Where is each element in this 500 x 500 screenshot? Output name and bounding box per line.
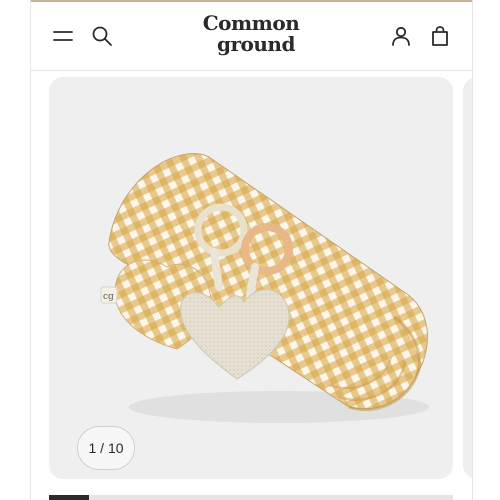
product-page: Common ground cg 1 / 10 [30,0,473,500]
bag-icon [432,26,448,46]
slide-counter[interactable]: 1 / 10 [77,426,135,470]
slide-counter-label: 1 / 10 [88,440,124,456]
label-tag-text: cg [103,292,114,302]
search-icon [92,26,112,46]
menu-button[interactable] [49,22,77,50]
gallery-progress-bar [49,495,453,500]
logo-line-1: Common [202,11,300,35]
account-button[interactable] [387,22,415,50]
site-header: Common ground [31,2,472,71]
site-logo[interactable]: Common ground [176,12,326,60]
logo-line-2: ground [217,32,295,56]
search-button[interactable] [88,22,116,50]
bag-button[interactable] [426,22,454,50]
menu-icon [53,31,73,41]
account-icon [392,26,410,46]
gallery-progress-fill [49,495,90,500]
product-image: cg [100,153,429,423]
next-slide-preview[interactable] [463,77,472,479]
product-image-gallery[interactable]: cg 1 / 10 [49,77,453,479]
